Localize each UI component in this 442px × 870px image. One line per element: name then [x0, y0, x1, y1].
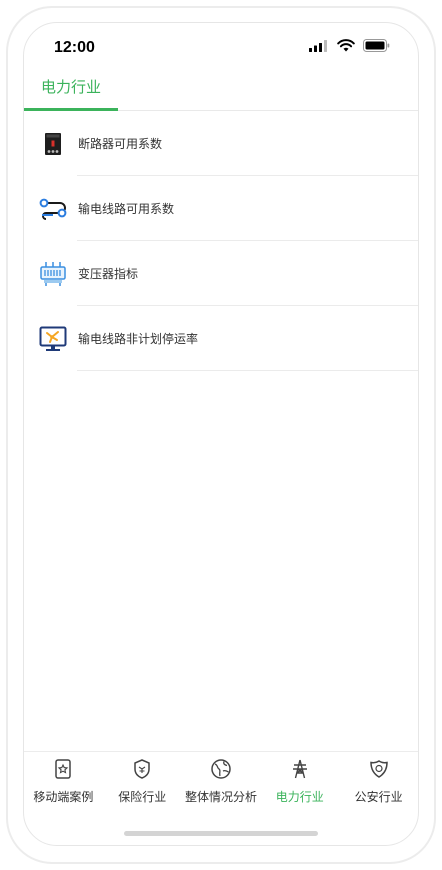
insurance-shield-icon — [131, 758, 153, 784]
menu-item-label: 断路器可用系数 — [78, 137, 163, 151]
nav-item-overall-analysis[interactable]: 整体情况分析 — [182, 752, 261, 804]
nav-label: 电力行业 — [275, 790, 324, 804]
status-bar: 12:00 — [24, 23, 418, 73]
nav-item-mobile-case[interactable]: 移动端案例 — [24, 752, 103, 804]
menu-item-unplanned-outage[interactable]: 输电线路非计划停运率 — [24, 306, 418, 371]
transmission-line-icon — [39, 195, 67, 223]
wifi-icon — [337, 39, 355, 52]
outage-monitor-icon — [39, 325, 67, 353]
menu-item-transformer[interactable]: 变压器指标 — [24, 241, 418, 306]
menu-item-label: 输电线路非计划停运率 — [78, 332, 199, 346]
phone-screen: 12:00 电力行业 断路器可用系数 输电线路可用系数 变压器指标 输电线路非计… — [23, 22, 419, 846]
transformer-icon — [39, 260, 67, 288]
police-badge-icon — [368, 758, 390, 784]
tab-header: 电力行业 — [24, 73, 418, 111]
nav-item-power-industry[interactable]: 电力行业 — [260, 752, 339, 804]
menu-item-transmission-line[interactable]: 输电线路可用系数 — [24, 176, 418, 241]
cellular-signal-icon — [309, 39, 327, 52]
home-indicator — [124, 831, 318, 836]
menu-list: 断路器可用系数 输电线路可用系数 变压器指标 输电线路非计划停运率 — [24, 111, 418, 371]
status-icons — [309, 39, 390, 52]
menu-item-circuit-breaker[interactable]: 断路器可用系数 — [24, 111, 418, 176]
nav-label: 保险行业 — [118, 790, 167, 804]
globe-icon — [210, 758, 232, 784]
nav-label: 移动端案例 — [33, 790, 94, 804]
menu-item-label: 变压器指标 — [78, 267, 139, 281]
menu-item-label: 输电线路可用系数 — [78, 202, 175, 216]
divider — [77, 370, 418, 371]
nav-item-insurance[interactable]: 保险行业 — [103, 752, 182, 804]
bottom-nav: 移动端案例 保险行业 整体情况分析 电力行业 公安行业 — [24, 751, 418, 804]
tab-power-industry[interactable]: 电力行业 — [24, 73, 118, 111]
tab-label: 电力行业 — [40, 78, 101, 96]
status-time: 12:00 — [54, 39, 95, 56]
circuit-breaker-icon — [39, 130, 67, 158]
nav-label: 整体情况分析 — [184, 790, 257, 804]
nav-label: 公安行业 — [354, 790, 403, 804]
mobile-case-icon — [52, 758, 74, 784]
battery-icon — [363, 39, 390, 52]
nav-item-public-security[interactable]: 公安行业 — [339, 752, 418, 804]
power-tower-icon — [289, 758, 311, 784]
